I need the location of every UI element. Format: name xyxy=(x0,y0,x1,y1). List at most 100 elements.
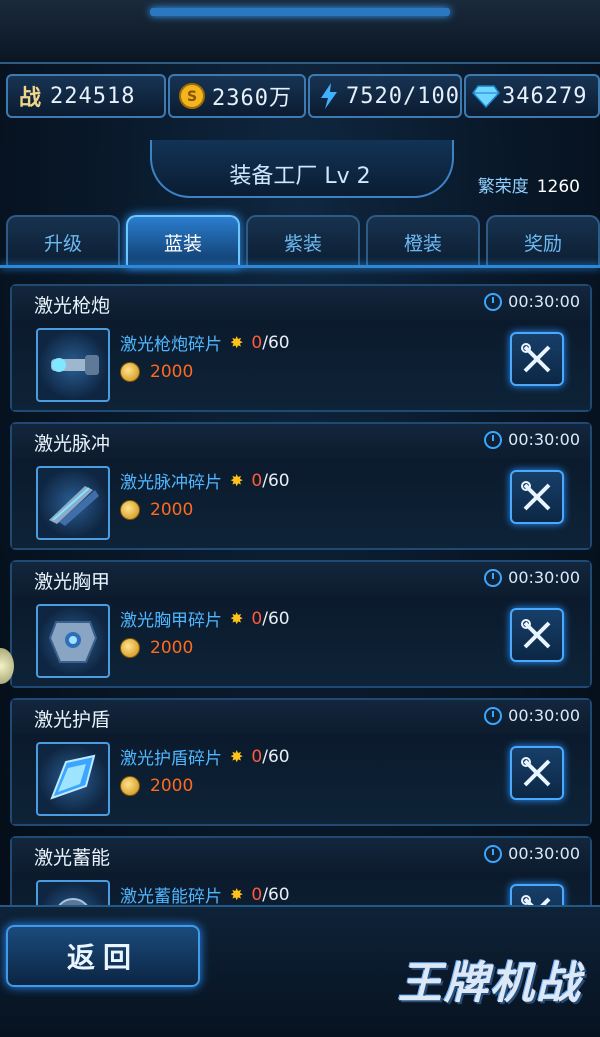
fragment-info: 激光蓄能碎片 ✸ 0/60 xyxy=(120,882,290,908)
item-name: 激光护盾 xyxy=(34,709,111,731)
tab-bar: 升级 蓝装 紫装 橙装 奖励 xyxy=(6,215,600,267)
item-body: 激光胸甲碎片 ✸ 0/60 2000 xyxy=(12,596,590,686)
cost-info: 2000 xyxy=(120,362,193,382)
fragment-info: 激光护盾碎片 ✸ 0/60 xyxy=(120,744,290,770)
wrench-screwdriver-icon xyxy=(521,619,551,649)
equipment-list[interactable]: 激光枪炮 00:30:00 激光枪炮碎片 ✸ 0/60 2000 激光脉冲 00:3… xyxy=(0,270,600,910)
fragment-star-icon: ✸ xyxy=(230,471,244,490)
fragment-count: 0/60 xyxy=(251,608,290,629)
energy-value: 7520/100 xyxy=(346,83,460,109)
diamond-resource[interactable]: 346279 xyxy=(464,74,600,118)
fragment-name: 激光枪炮碎片 xyxy=(120,335,222,355)
fragment-star-icon: ✸ xyxy=(230,885,244,904)
coin-icon xyxy=(120,500,140,520)
cost-value: 2000 xyxy=(150,500,194,520)
laser-cannon-icon[interactable] xyxy=(36,328,110,402)
laser-pulse-icon[interactable] xyxy=(36,466,110,540)
item-name: 激光枪炮 xyxy=(34,295,111,317)
tab-rewards[interactable]: 奖励 xyxy=(486,215,600,267)
item-timer: 00:30:00 xyxy=(484,292,580,311)
item-header: 激光护盾 00:30:00 xyxy=(12,700,590,735)
power-icon: 战 xyxy=(18,86,41,111)
coin-icon xyxy=(120,638,140,658)
timer-value: 00:30:00 xyxy=(508,568,580,587)
svg-text:S: S xyxy=(187,89,197,105)
laser-chestplate-icon[interactable] xyxy=(36,604,110,678)
cost-value: 2000 xyxy=(150,362,194,382)
cost-info: 2000 xyxy=(120,638,193,658)
item-timer: 00:30:00 xyxy=(484,430,580,449)
prosperity: 繁荣度 1260 xyxy=(478,172,580,197)
tab-blue-equipment[interactable]: 蓝装 xyxy=(126,215,240,267)
forge-button[interactable] xyxy=(510,746,564,800)
fragment-star-icon: ✸ xyxy=(230,747,244,766)
game-screen: 战 224518 S 2360万 7520/100 346279 装备工厂 Lv… xyxy=(0,0,600,1037)
prosperity-value: 1260 xyxy=(536,177,580,197)
list-item: 激光枪炮 00:30:00 激光枪炮碎片 ✸ 0/60 2000 xyxy=(10,284,592,412)
item-header: 激光脉冲 00:30:00 xyxy=(12,424,590,459)
energy-resource[interactable]: 7520/100 xyxy=(308,74,462,118)
cost-info: 2000 xyxy=(120,500,193,520)
lightning-icon xyxy=(318,82,340,110)
item-timer: 00:30:00 xyxy=(484,844,580,863)
wrench-screwdriver-icon xyxy=(521,343,551,373)
prosperity-label: 繁荣度 xyxy=(477,177,529,197)
list-item: 激光蓄能 00:30:00 激光蓄能碎片✸0/60 2000 xyxy=(10,836,592,910)
fragment-count: 0/60 xyxy=(251,746,290,767)
clock-icon xyxy=(484,844,503,863)
item-header: 激光枪炮 00:30:00 xyxy=(12,286,590,321)
item-timer: 00:30:00 xyxy=(484,706,580,725)
coin-icon xyxy=(120,362,140,382)
fragment-name: 激光护盾碎片 xyxy=(120,749,222,769)
list-item: 激光脉冲 00:30:00 激光脉冲碎片 ✸ 0/60 2000 xyxy=(10,422,592,550)
game-logo: 王牌机战 xyxy=(398,958,582,1009)
forge-button[interactable] xyxy=(510,608,564,662)
item-name: 激光脉冲 xyxy=(34,433,111,455)
fragment-name: 激光胸甲碎片 xyxy=(120,611,222,631)
timer-value: 00:30:00 xyxy=(508,706,580,725)
timer-value: 00:30:00 xyxy=(508,844,580,863)
fragment-name: 激光蓄能碎片 xyxy=(120,887,222,907)
cost-value: 2000 xyxy=(150,776,194,796)
clock-icon xyxy=(484,568,503,587)
fragment-info: 激光胸甲碎片 ✸ 0/60 xyxy=(120,606,290,632)
item-header: 激光蓄能 00:30:00 xyxy=(12,838,590,873)
wrench-screwdriver-icon xyxy=(521,757,551,787)
item-body: 激光枪炮碎片 ✸ 0/60 2000 xyxy=(12,320,590,410)
fragment-info: 激光枪炮碎片 ✸ 0/60 xyxy=(120,330,290,356)
fragment-name: 激光脉冲碎片 xyxy=(120,473,222,493)
diamond-value: 346279 xyxy=(502,83,588,109)
power-resource: 战 224518 xyxy=(6,74,166,118)
item-body: 激光护盾碎片 ✸ 0/60 2000 xyxy=(12,734,590,824)
forge-button[interactable] xyxy=(510,470,564,524)
fragment-info: 激光脉冲碎片 ✸ 0/60 xyxy=(120,468,290,494)
forge-button[interactable] xyxy=(510,332,564,386)
clock-icon xyxy=(484,706,503,725)
gold-value: 2360万 xyxy=(212,86,292,111)
clock-icon xyxy=(484,292,503,311)
fragment-count: 0/60 xyxy=(251,470,290,491)
bottom-bar: 返回 王牌机战 xyxy=(0,905,600,1037)
fragment-count: 0/60 xyxy=(251,332,290,353)
list-item: 激光护盾 00:30:00 激光护盾碎片 ✸ 0/60 2000 xyxy=(10,698,592,826)
back-button[interactable]: 返回 xyxy=(6,925,200,987)
item-timer: 00:30:00 xyxy=(484,568,580,587)
laser-shield-icon[interactable] xyxy=(36,742,110,816)
gold-resource[interactable]: S 2360万 xyxy=(168,74,306,118)
item-body: 激光脉冲碎片 ✸ 0/60 2000 xyxy=(12,458,590,548)
tab-underline xyxy=(0,265,600,268)
tab-upgrade[interactable]: 升级 xyxy=(6,215,120,267)
fragment-star-icon: ✸ xyxy=(230,333,244,352)
item-header: 激光胸甲 00:30:00 xyxy=(12,562,590,597)
coin-icon xyxy=(120,776,140,796)
tab-orange-equipment[interactable]: 橙装 xyxy=(366,215,480,267)
item-name: 激光蓄能 xyxy=(34,847,111,869)
clock-icon xyxy=(484,430,503,449)
tab-purple-equipment[interactable]: 紫装 xyxy=(246,215,360,267)
cost-value: 2000 xyxy=(150,638,194,658)
diamond-icon xyxy=(472,82,500,110)
timer-value: 00:30:00 xyxy=(508,292,580,311)
item-name: 激光胸甲 xyxy=(34,571,111,593)
wrench-screwdriver-icon xyxy=(521,481,551,511)
list-item: 激光胸甲 00:30:00 激光胸甲碎片 ✸ 0/60 2000 xyxy=(10,560,592,688)
